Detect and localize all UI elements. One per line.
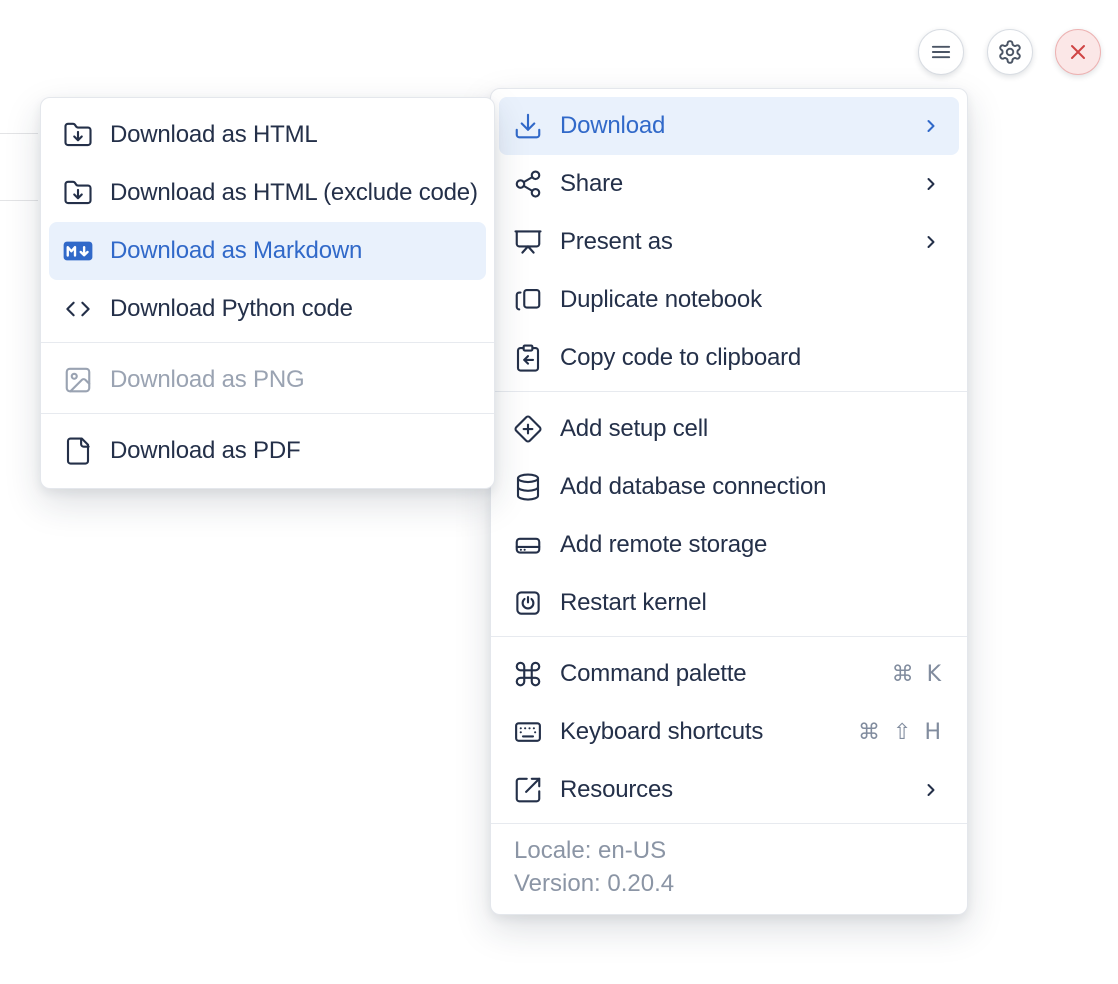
menu-item-command-palette[interactable]: Command palette ⌘ K [499,645,959,703]
chevron-right-icon [921,780,941,800]
cmd-key-glyph: ⌘ [892,662,914,687]
database-icon [513,472,543,502]
menu-item-label: Download as Markdown [110,237,362,265]
menu-item-duplicate-notebook[interactable]: Duplicate notebook [499,271,959,329]
menu-item-download-as-pdf[interactable]: Download as PDF [49,422,486,480]
menu-item-label: Resources [560,776,673,804]
external-link-icon [513,775,543,805]
menu-item-label: Download as PNG [110,366,304,394]
presentation-icon [513,227,543,257]
menu-item-label: Command palette [560,660,746,688]
cmd-key-glyph: ⌘ [858,720,880,745]
menu-item-share[interactable]: Share [499,155,959,213]
menu-separator [41,342,494,343]
menu-item-label: Duplicate notebook [560,286,762,314]
menu-item-label: Share [560,170,623,198]
menu-item-download-as-markdown[interactable]: Download as Markdown [49,222,486,280]
code-icon [63,294,93,324]
menu-item-add-setup-cell[interactable]: Add setup cell [499,400,959,458]
menu-item-copy-code[interactable]: Copy code to clipboard [499,329,959,387]
menu-item-label: Download Python code [110,295,353,323]
locale-label: Locale: en-US [514,834,944,867]
shortcut-hint: ⌘ K [892,662,941,687]
download-icon [513,111,543,141]
menu-item-label: Restart kernel [560,589,707,617]
folder-down-icon [63,178,93,208]
chevron-right-icon [921,116,941,136]
menu-item-label: Download [560,112,665,140]
markdown-download-icon [63,236,93,266]
settings-button[interactable] [987,29,1033,75]
menu-item-resources[interactable]: Resources [499,761,959,819]
menu-separator [491,391,967,392]
menu-item-present-as[interactable]: Present as [499,213,959,271]
hamburger-icon [928,39,954,65]
page-divider-line [0,133,38,134]
keyboard-icon [513,717,543,747]
menu-footer: Locale: en-US Version: 0.20.4 [491,823,967,914]
key-glyph: K [927,662,941,687]
notebook-menu: Download Share Present as [490,88,968,915]
menu-item-label: Add setup cell [560,415,708,443]
file-icon [63,436,93,466]
download-submenu: Download as HTML Download as HTML (exclu… [40,97,495,489]
hard-drive-icon [513,530,543,560]
menu-item-label: Download as HTML [110,121,318,149]
menu-item-download-as-html-exclude-code[interactable]: Download as HTML (exclude code) [49,164,486,222]
close-icon [1066,40,1090,64]
menu-item-label: Add remote storage [560,531,767,559]
menu-item-restart-kernel[interactable]: Restart kernel [499,574,959,632]
menu-item-label: Present as [560,228,673,256]
copy-icon [513,285,543,315]
menu-item-label: Download as PDF [110,437,300,465]
gear-icon [997,39,1023,65]
clipboard-arrow-icon [513,343,543,373]
menu-item-download[interactable]: Download [499,97,959,155]
menu-item-download-as-html[interactable]: Download as HTML [49,106,486,164]
shortcut-hint: ⌘ ⇧ H [858,720,941,745]
command-icon [513,659,543,689]
menu-item-download-as-png[interactable]: Download as PNG [49,351,486,409]
menu-separator [41,413,494,414]
shutdown-button[interactable] [1055,29,1101,75]
menu-item-add-remote-storage[interactable]: Add remote storage [499,516,959,574]
power-square-icon [513,588,543,618]
menu-item-label: Download as HTML (exclude code) [110,179,478,207]
chevron-right-icon [921,174,941,194]
diamond-plus-icon [513,414,543,444]
chevron-right-icon [921,232,941,252]
menu-item-add-database-connection[interactable]: Add database connection [499,458,959,516]
menu-item-label: Add database connection [560,473,826,501]
shift-key-glyph: ⇧ [893,720,911,745]
image-icon [63,365,93,395]
menu-item-label: Keyboard shortcuts [560,718,763,746]
menu-item-download-python-code[interactable]: Download Python code [49,280,486,338]
key-glyph: H [924,720,941,745]
menu-item-keyboard-shortcuts[interactable]: Keyboard shortcuts ⌘ ⇧ H [499,703,959,761]
version-label: Version: 0.20.4 [514,867,944,900]
notebook-page: Download Share Present as [0,0,1118,984]
folder-down-icon [63,120,93,150]
page-divider-line [0,200,38,201]
notebook-menu-button[interactable] [918,29,964,75]
menu-separator [491,636,967,637]
share-icon [513,169,543,199]
menu-item-label: Copy code to clipboard [560,344,801,372]
